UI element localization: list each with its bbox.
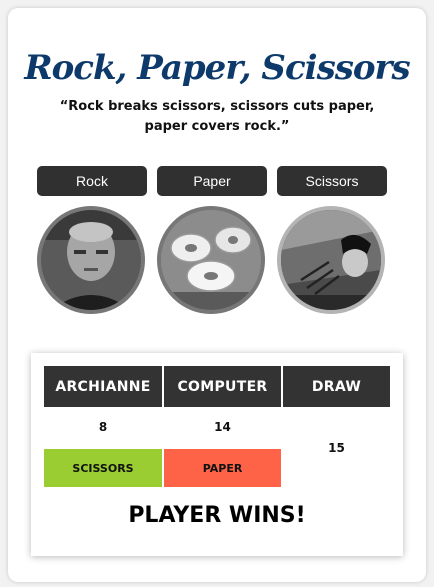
scissors-image[interactable] (277, 206, 385, 314)
paper-photo-icon (161, 210, 261, 310)
rock-image[interactable] (37, 206, 145, 314)
paper-button[interactable]: Paper (157, 166, 267, 196)
scissors-button[interactable]: Scissors (277, 166, 387, 196)
scissors-photo-icon (281, 210, 381, 310)
computer-score: 14 (214, 420, 231, 434)
game-quote: “Rock breaks scissors, scissors cuts pap… (59, 99, 375, 134)
rock-photo-icon (41, 210, 141, 310)
computer-pick: PAPER (164, 449, 281, 487)
player-score: 8 (98, 420, 108, 434)
page-title: Rock, Paper, Scissors (24, 48, 410, 88)
player-pick: SCISSORS (44, 449, 162, 487)
rock-button[interactable]: Rock (37, 166, 147, 196)
draw-header: DRAW (283, 366, 390, 407)
draw-score: 15 (328, 441, 345, 455)
player-header: ARCHIANNE (44, 366, 162, 407)
computer-header: COMPUTER (164, 366, 281, 407)
paper-image[interactable] (157, 206, 265, 314)
result-message: PLAYER WINS! (128, 503, 306, 528)
